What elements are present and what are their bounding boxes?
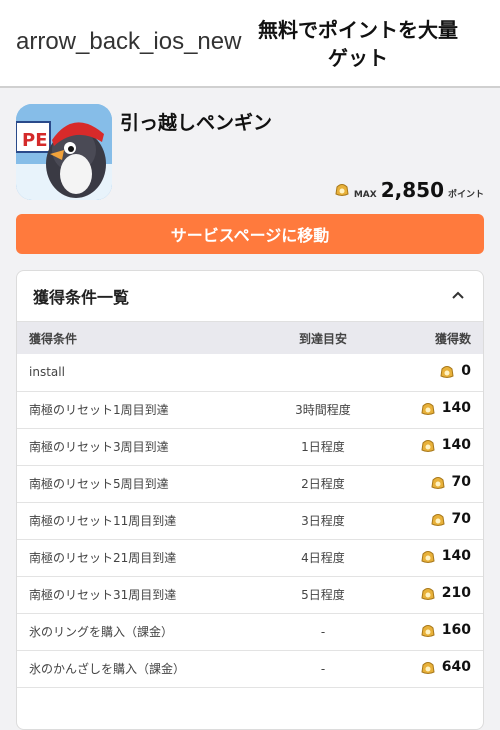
table-row: 南極のリセット3周目到達 1日程度 140 — [17, 428, 483, 465]
points-unit: ポイント — [447, 190, 484, 200]
coin-icon — [335, 184, 349, 196]
table-row: 南極のリセット11周目到達 3日程度 70 — [17, 502, 483, 539]
conditions-title: 獲得条件一覧 — [33, 288, 130, 307]
table-row: install 0 — [17, 354, 483, 391]
condition-cell: 南極のリセット21周目到達 — [29, 551, 177, 565]
coin-icon — [430, 477, 445, 489]
column-header-points: 獲得数 — [434, 331, 471, 346]
condition-cell: 南極のリセット31周目到達 — [29, 588, 177, 602]
condition-cell: 南極のリセット3周目到達 — [29, 440, 169, 454]
target-cell: 1日程度 — [301, 440, 345, 454]
points-cell: 140 — [441, 400, 471, 416]
condition-cell: 南極のリセット1周目到達 — [29, 403, 169, 417]
target-cell — [241, 354, 405, 391]
page-title: 無料でポイントを大量ゲット — [258, 18, 458, 70]
conditions-panel: 獲得条件一覧 獲得条件 到達目安 獲得数 install 0 南極のリセット1周… — [16, 270, 484, 730]
table-row: 南極のリセット21周目到達 4日程度 140 — [17, 539, 483, 576]
coin-icon — [421, 588, 435, 600]
coin-icon — [421, 403, 435, 415]
points-cell: 0 — [461, 362, 471, 379]
coin-icon — [421, 625, 435, 637]
target-cell: 2日程度 — [301, 477, 345, 491]
points-cell: 70 — [451, 511, 471, 527]
back-button[interactable]: arrow_back_ios_new — [16, 28, 241, 56]
table-header-row: 獲得条件 到達目安 獲得数 — [17, 322, 483, 354]
conditions-header[interactable]: 獲得条件一覧 — [17, 271, 483, 322]
coin-icon — [421, 551, 435, 563]
svg-text:PE: PE — [22, 130, 48, 151]
app-name: 引っ越しペンギン — [120, 112, 273, 134]
max-points-value: 2,850 — [380, 178, 444, 202]
chevron-up-icon[interactable] — [449, 287, 467, 305]
target-cell: 4日程度 — [301, 551, 345, 565]
service-page-button[interactable]: サービスページに移動 — [16, 214, 484, 254]
conditions-table: 獲得条件 到達目安 獲得数 install 0 南極のリセット1周目到達 3時間… — [17, 322, 483, 688]
table-row: 氷のリングを購入（課金） - 160 — [17, 613, 483, 650]
coin-icon — [440, 365, 454, 378]
target-cell: 5日程度 — [301, 588, 345, 602]
condition-cell: 南極のリセット11周目到達 — [29, 514, 177, 528]
max-points: MAX 2,850 ポイント — [334, 178, 484, 202]
coin-icon — [421, 662, 435, 674]
table-row: 南極のリセット5周目到達 2日程度 70 — [17, 465, 483, 502]
max-label: MAX — [353, 190, 377, 200]
points-cell: 140 — [441, 437, 471, 453]
coin-icon — [430, 514, 445, 526]
target-cell: 3日程度 — [301, 514, 345, 528]
app-summary: PE 引っ越しペンギン MAX 2,850 ポイント — [16, 104, 484, 204]
condition-cell: install — [29, 365, 65, 380]
app-header: arrow_back_ios_new 無料でポイントを大量ゲット — [0, 0, 500, 88]
points-cell: 160 — [441, 622, 471, 638]
coin-icon — [421, 440, 435, 452]
condition-cell: 南極のリセット5周目到達 — [29, 477, 169, 491]
table-row: 南極のリセット1周目到達 3時間程度 140 — [17, 391, 483, 428]
points-cell: 70 — [451, 474, 471, 490]
condition-cell: 氷のリングを購入（課金） — [29, 625, 174, 639]
penguin-app-icon: PE — [16, 104, 112, 200]
points-cell: 210 — [441, 585, 471, 601]
target-cell: 3時間程度 — [295, 403, 351, 417]
target-cell: - — [320, 661, 326, 676]
points-cell: 140 — [441, 548, 471, 564]
table-row: 南極のリセット31周目到達 5日程度 210 — [17, 576, 483, 613]
column-header-target: 到達目安 — [298, 331, 347, 346]
points-cell: 640 — [441, 659, 471, 675]
table-row: 氷のかんざしを購入（課金） - 640 — [17, 650, 483, 687]
column-header-condition: 獲得条件 — [29, 331, 78, 346]
target-cell: - — [320, 624, 326, 639]
app-icon: PE — [16, 104, 112, 200]
condition-cell: 氷のかんざしを購入（課金） — [29, 662, 186, 676]
